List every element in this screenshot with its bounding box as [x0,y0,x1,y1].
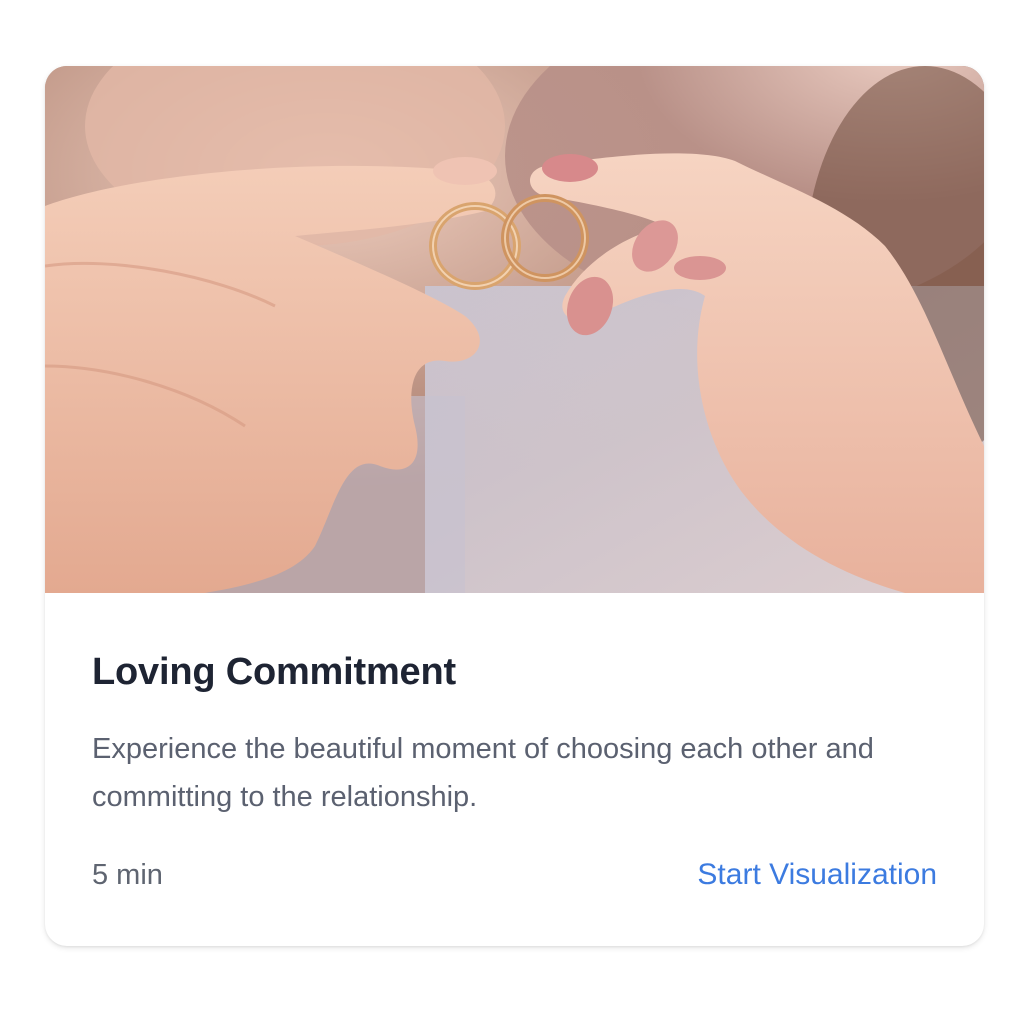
duration-label: 5 min [92,858,163,891]
card-image [45,66,984,593]
start-visualization-link[interactable]: Start Visualization [697,858,937,892]
card-footer: 5 min Start Visualization [92,855,937,895]
wedding-rings-photo [45,66,984,593]
card-description: Experience the beautiful moment of choos… [92,733,874,813]
card-title: Loving Commitment [92,651,456,693]
card-body: Loving Commitment Experience the beautif… [45,593,984,946]
visualization-card[interactable]: Loving Commitment Experience the beautif… [45,66,984,946]
